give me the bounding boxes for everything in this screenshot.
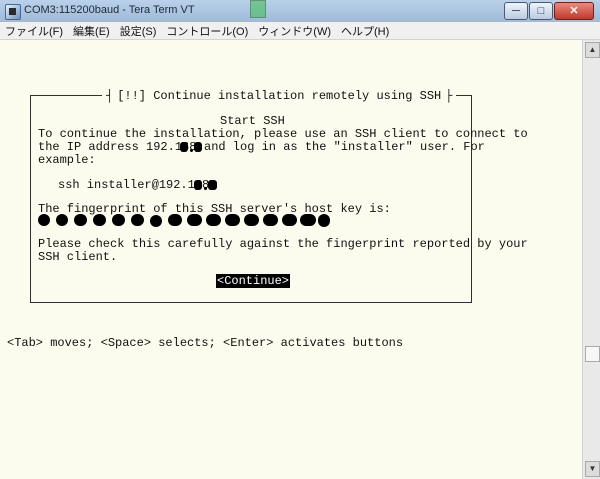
menu-file[interactable]: ファイル(F) xyxy=(0,23,68,39)
fingerprint-byte xyxy=(244,214,259,226)
redacted-ip-octet xyxy=(194,142,202,152)
fingerprint-byte xyxy=(263,214,278,226)
dialog-line-2b: and log in as the "installer" user. For xyxy=(204,140,485,154)
fingerprint-byte xyxy=(206,214,221,226)
menu-window[interactable]: ウィンドウ(W) xyxy=(253,23,336,39)
fingerprint-byte xyxy=(225,214,240,226)
fingerprint-byte xyxy=(112,214,125,226)
menu-control[interactable]: コントロール(O) xyxy=(161,23,253,39)
title-bar[interactable]: COM3:115200baud - Tera Term VT ─ □ ✕ xyxy=(0,0,600,23)
vertical-scrollbar[interactable]: ▲ ▼ xyxy=(582,40,600,479)
background-window-fragment xyxy=(250,0,266,18)
menu-bar: ファイル(F) 編集(E) 設定(S) コントロール(O) ウィンドウ(W) ヘ… xyxy=(0,22,600,40)
maximize-button[interactable]: □ xyxy=(529,2,553,20)
frame-tee-right: ├ xyxy=(445,89,453,103)
minimize-button[interactable]: ─ xyxy=(504,2,528,20)
window-title: COM3:115200baud - Tera Term VT xyxy=(24,4,195,16)
frame-tee-left: ┤ xyxy=(106,89,114,103)
scroll-up-arrow-icon[interactable]: ▲ xyxy=(585,42,600,58)
fingerprint-byte xyxy=(150,215,162,227)
menu-help[interactable]: ヘルプ(H) xyxy=(336,23,394,39)
fingerprint-byte xyxy=(38,214,50,226)
dialog-line-3: example: xyxy=(38,153,96,167)
scroll-thumb[interactable] xyxy=(585,346,600,362)
fingerprint-byte xyxy=(187,214,202,226)
dialog-line-2a: the IP address 192.168. xyxy=(38,140,204,154)
dialog-line-ssh-client: SSH client. xyxy=(38,250,118,264)
close-button[interactable]: ✕ xyxy=(554,2,594,20)
dialog-line-1: To continue the installation, please use… xyxy=(38,127,528,141)
fingerprint-byte xyxy=(318,214,330,227)
menu-setup[interactable]: 設定(S) xyxy=(115,23,162,39)
ip-dot xyxy=(204,187,207,190)
continue-button[interactable]: <Continue> xyxy=(216,274,291,288)
menu-edit[interactable]: 編集(E) xyxy=(68,23,115,39)
scroll-down-arrow-icon[interactable]: ▼ xyxy=(585,461,600,477)
dialog-heading: Start SSH xyxy=(220,114,285,128)
fingerprint-byte xyxy=(93,214,106,226)
fingerprint-byte xyxy=(131,214,144,226)
ip-dot xyxy=(190,149,193,152)
redacted-ip-octet xyxy=(194,180,202,190)
window-controls: ─ □ ✕ xyxy=(504,2,594,20)
redacted-ip-octet xyxy=(180,142,188,152)
fingerprint-byte xyxy=(74,214,87,226)
dialog-title-text: [!!] Continue installation remotely usin… xyxy=(117,89,442,103)
teraterm-icon xyxy=(5,4,21,20)
dialog-line-check: Please check this carefully against the … xyxy=(38,237,528,251)
terminal-screen[interactable]: ┤ [!!] Continue installation remotely us… xyxy=(0,40,582,479)
redacted-ip-octet xyxy=(208,180,217,190)
fingerprint-byte xyxy=(56,214,68,226)
status-line: <Tab> moves; <Space> selects; <Enter> ac… xyxy=(7,336,404,350)
fingerprint-byte xyxy=(282,214,297,226)
ssh-command: ssh installer@192.168. xyxy=(58,178,217,192)
dialog-title: ┤ [!!] Continue installation remotely us… xyxy=(102,89,457,103)
fingerprint-byte xyxy=(168,214,182,226)
fingerprint-byte xyxy=(300,214,316,226)
